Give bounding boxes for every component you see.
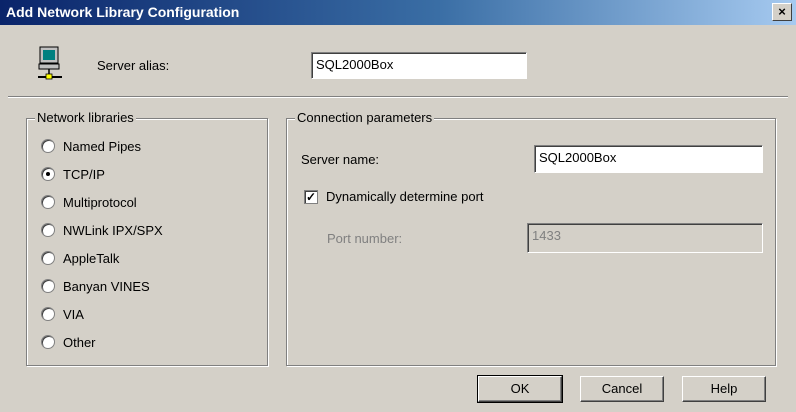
close-icon: ×: [778, 4, 786, 19]
radio-button[interactable]: [41, 195, 55, 209]
radio-dot: [46, 172, 50, 176]
radio-button-selected[interactable]: [41, 167, 55, 181]
separator-line: [8, 96, 788, 98]
radio-other[interactable]: Other: [41, 332, 96, 352]
radio-label: NWLink IPX/SPX: [63, 222, 163, 238]
server-name-label: Server name:: [301, 152, 380, 167]
network-libraries-title: Network libraries: [35, 110, 136, 125]
help-button[interactable]: Help: [682, 376, 766, 402]
radio-appletalk[interactable]: AppleTalk: [41, 248, 119, 268]
radio-label: Named Pipes: [63, 138, 142, 154]
radio-tcp-ip[interactable]: TCP/IP: [41, 164, 105, 184]
computer-network-icon: [38, 46, 62, 80]
connection-parameters-title: Connection parameters: [295, 110, 435, 125]
radio-label: AppleTalk: [63, 250, 120, 266]
server-alias-label: Server alias:: [97, 58, 170, 73]
server-name-input[interactable]: SQL2000Box: [534, 145, 763, 173]
radio-button[interactable]: [41, 139, 55, 153]
radio-label: VIA: [63, 306, 84, 322]
radio-label: Banyan VINES: [63, 278, 150, 294]
close-button[interactable]: ×: [772, 3, 792, 21]
radio-named-pipes[interactable]: Named Pipes: [41, 136, 141, 156]
radio-button[interactable]: [41, 307, 55, 321]
ok-button[interactable]: OK: [477, 375, 563, 403]
dynamic-port-checkbox-row[interactable]: ✓ Dynamically determine port: [304, 189, 484, 204]
dynamic-port-checkbox[interactable]: ✓: [304, 189, 318, 204]
radio-label: Other: [63, 334, 96, 350]
radio-label: Multiprotocol: [63, 194, 137, 210]
dynamic-port-label: Dynamically determine port: [326, 189, 484, 204]
radio-button[interactable]: [41, 279, 55, 293]
radio-button[interactable]: [41, 223, 55, 237]
radio-label: TCP/IP: [63, 166, 105, 182]
server-alias-input[interactable]: SQL2000Box: [311, 52, 527, 79]
connection-parameters-group: Connection parameters Server name: SQL20…: [286, 110, 776, 366]
radio-button[interactable]: [41, 335, 55, 349]
cancel-button[interactable]: Cancel: [580, 376, 664, 402]
window-title: Add Network Library Configuration: [6, 4, 240, 20]
title-bar[interactable]: Add Network Library Configuration ×: [0, 0, 796, 25]
port-number-input[interactable]: 1433: [527, 223, 763, 253]
dialog-window: Add Network Library Configuration × Serv…: [0, 0, 796, 412]
network-libraries-group: Network libraries Named Pipes TCP/IP Mul…: [26, 110, 268, 366]
port-number-label: Port number:: [327, 231, 403, 246]
radio-banyan-vines[interactable]: Banyan VINES: [41, 276, 150, 296]
radio-button[interactable]: [41, 251, 55, 265]
radio-multiprotocol[interactable]: Multiprotocol: [41, 192, 137, 212]
radio-nwlink[interactable]: NWLink IPX/SPX: [41, 220, 163, 240]
radio-via[interactable]: VIA: [41, 304, 84, 324]
